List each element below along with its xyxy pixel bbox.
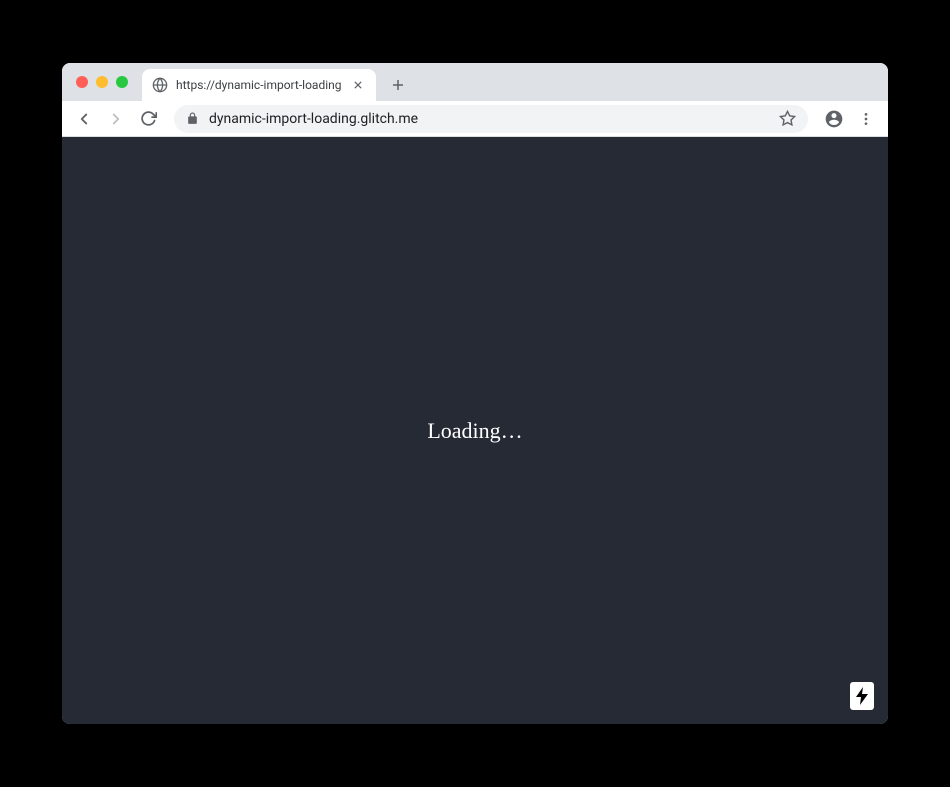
browser-toolbar: dynamic-import-loading.glitch.me (62, 101, 888, 137)
page-content: Loading… (62, 137, 888, 724)
browser-window: https://dynamic-import-loading (62, 63, 888, 724)
back-button[interactable] (70, 105, 98, 133)
close-window-button[interactable] (76, 76, 88, 88)
globe-icon (152, 77, 168, 93)
tab-title: https://dynamic-import-loading (176, 78, 342, 92)
lightning-icon (856, 687, 868, 705)
minimize-window-button[interactable] (96, 76, 108, 88)
menu-button[interactable] (852, 105, 880, 133)
new-tab-button[interactable] (384, 71, 412, 99)
reload-button[interactable] (134, 105, 162, 133)
loading-text: Loading… (427, 418, 522, 444)
close-tab-button[interactable] (350, 77, 366, 93)
window-controls (76, 76, 128, 88)
lock-icon (186, 112, 199, 125)
tab-bar: https://dynamic-import-loading (62, 63, 888, 101)
profile-button[interactable] (820, 105, 848, 133)
maximize-window-button[interactable] (116, 76, 128, 88)
browser-tab[interactable]: https://dynamic-import-loading (142, 69, 376, 101)
address-bar[interactable]: dynamic-import-loading.glitch.me (174, 105, 808, 133)
glitch-badge[interactable] (850, 682, 874, 710)
forward-button[interactable] (102, 105, 130, 133)
url-text: dynamic-import-loading.glitch.me (209, 111, 769, 127)
toolbar-right (820, 105, 880, 133)
bookmark-star-icon[interactable] (779, 110, 796, 127)
